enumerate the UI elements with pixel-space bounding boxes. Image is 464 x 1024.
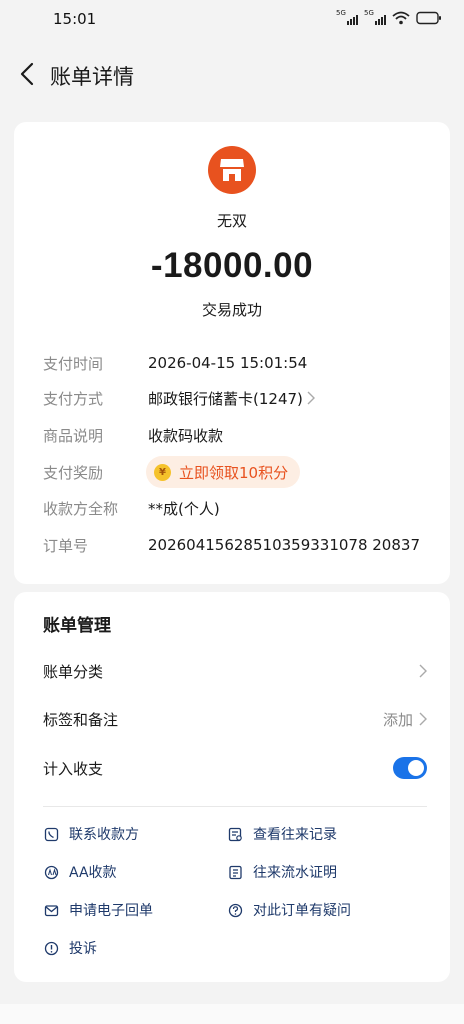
contact-payee-label: 联系收款方 <box>69 827 139 843</box>
question-icon <box>227 902 243 918</box>
back-arrow-icon <box>20 62 34 86</box>
status-time: 15:01 <box>53 10 97 28</box>
claim-points-label: 立即领取10积分 <box>179 463 289 482</box>
divider <box>43 806 427 807</box>
order-question-link[interactable]: 对此订单有疑问 <box>227 899 351 921</box>
pay-method-row[interactable]: 支付方式 邮政银行储蓄卡(1247) <box>43 387 443 409</box>
bill-category-label: 账单分类 <box>43 662 104 681</box>
payee-value: **成(个人) <box>148 499 220 518</box>
aa-icon <box>43 864 59 880</box>
count-in-budget-toggle[interactable] <box>393 757 427 779</box>
status-bar: 15:01 5G 5G <box>0 0 464 40</box>
mail-icon <box>43 902 59 918</box>
bottom-bar <box>0 1004 464 1024</box>
back-button[interactable] <box>12 58 42 90</box>
product-row: 商品说明 收款码收款 <box>43 424 443 446</box>
chevron-right-icon <box>419 664 427 678</box>
product-value: 收款码收款 <box>148 426 224 445</box>
chevron-right-icon <box>419 712 427 726</box>
order-row: 订单号 20260415628510359331078 20837 <box>43 534 443 556</box>
wifi-icon <box>392 11 410 25</box>
e-receipt-link[interactable]: 申请电子回单 <box>43 899 153 921</box>
statement-proof-link[interactable]: 往来流水证明 <box>227 861 337 883</box>
payee-row: 收款方全称 **成(个人) <box>43 497 443 519</box>
bill-management-card: 账单管理 账单分类 标签和备注 添加 计入收支 联系收款方 查看往来记录 AA收… <box>14 592 450 982</box>
record-icon <box>227 826 243 842</box>
e-receipt-label: 申请电子回单 <box>69 903 153 919</box>
contact-payee-link[interactable]: 联系收款方 <box>43 823 139 845</box>
order-value: 20260415628510359331078 20837 <box>148 536 420 554</box>
claim-points-button[interactable]: ¥ 立即领取10积分 <box>146 456 301 488</box>
complaint-link[interactable]: 投诉 <box>43 937 97 959</box>
count-in-budget-label: 计入收支 <box>43 759 104 778</box>
tags-notes-label: 标签和备注 <box>43 710 119 729</box>
pay-time-value: 2026-04-15 15:01:54 <box>148 354 308 372</box>
pay-method-value: 邮政银行储蓄卡(1247) <box>148 389 303 408</box>
store-icon <box>220 159 244 181</box>
order-question-label: 对此订单有疑问 <box>253 903 351 919</box>
order-label: 订单号 <box>43 536 89 555</box>
merchant-name: 无双 <box>216 212 247 230</box>
transaction-card: 无双 -18000.00 交易成功 支付时间 2026-04-15 15:01:… <box>14 122 450 584</box>
product-label: 商品说明 <box>43 426 104 445</box>
payee-label: 收款方全称 <box>43 499 119 518</box>
page-title: 账单详情 <box>50 65 134 89</box>
battery-icon <box>416 11 441 25</box>
alert-icon <box>43 940 59 956</box>
aa-collect-link[interactable]: AA收款 <box>43 861 117 883</box>
bill-category-row[interactable]: 账单分类 <box>43 658 427 684</box>
view-history-link[interactable]: 查看往来记录 <box>227 823 337 845</box>
pay-time-row: 支付时间 2026-04-15 15:01:54 <box>43 352 443 374</box>
tags-notes-row[interactable]: 标签和备注 添加 <box>43 706 427 732</box>
status-icons: 5G 5G <box>336 9 442 26</box>
signal-icon: 5G <box>364 9 386 26</box>
signal-icon: 5G <box>336 9 358 26</box>
nav-bar: 账单详情 <box>0 52 464 96</box>
coin-icon: ¥ <box>154 463 171 481</box>
statement-proof-label: 往来流水证明 <box>253 865 337 881</box>
chevron-right-icon <box>307 391 315 405</box>
view-history-label: 查看往来记录 <box>253 827 337 843</box>
pay-method-label: 支付方式 <box>43 389 104 408</box>
count-in-budget-row: 计入收支 <box>43 755 427 781</box>
merchant-logo <box>208 146 256 194</box>
transaction-amount: -18000.00 <box>150 246 314 285</box>
document-icon <box>227 864 243 880</box>
transaction-status: 交易成功 <box>201 301 262 319</box>
phone-card-icon <box>43 826 59 842</box>
reward-row: 支付奖励 ¥ 立即领取10积分 <box>43 456 443 488</box>
section-title: 账单管理 <box>43 616 111 636</box>
add-tag-label: 添加 <box>382 710 413 729</box>
complaint-label: 投诉 <box>69 941 97 957</box>
reward-label: 支付奖励 <box>43 463 104 482</box>
pay-time-label: 支付时间 <box>43 354 104 373</box>
aa-collect-label: AA收款 <box>69 865 117 881</box>
